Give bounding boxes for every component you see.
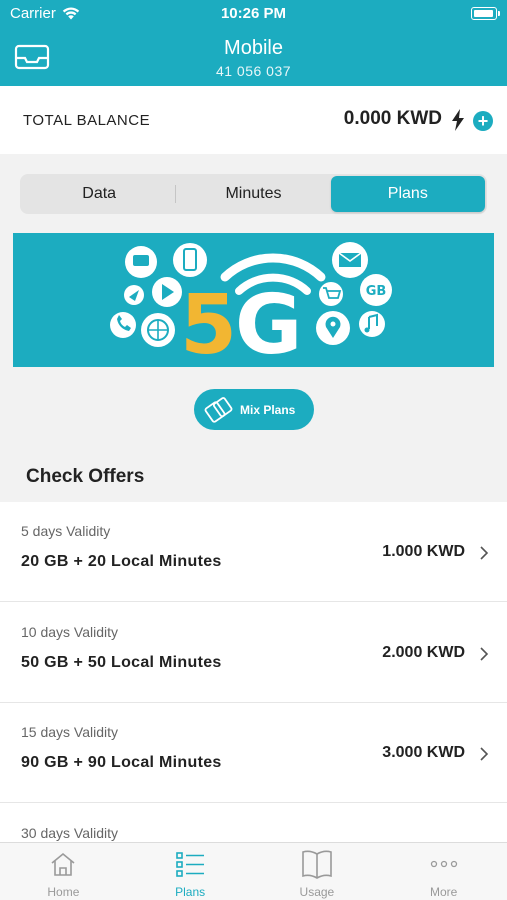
recharge-bolt-icon[interactable] (451, 109, 465, 131)
mix-plans-icon (204, 396, 233, 423)
5g-banner[interactable]: 5 G GB (13, 233, 494, 367)
send-icon (124, 285, 144, 305)
more-dots-icon (430, 860, 457, 868)
tab-plans[interactable]: Plans (330, 176, 485, 212)
tab-plans-label: Plans (175, 885, 206, 899)
status-time: 10:26 PM (220, 5, 287, 22)
offers-section-header: Check Offers (0, 450, 507, 502)
offer-validity: 5 days Validity (21, 523, 111, 539)
globe-icon (141, 313, 175, 347)
play-icon (152, 277, 182, 307)
gb-badge: GB (360, 274, 392, 306)
bottom-tab-bar: Home Plans Usage More (0, 842, 507, 900)
chat-icon (125, 246, 157, 278)
balance-label: TOTAL BALANCE (23, 112, 151, 129)
offer-row[interactable]: 10 days Validity 50 GB + 50 Local Minute… (0, 603, 507, 703)
add-balance-button[interactable]: + (473, 111, 493, 131)
banner-5-text: 5 (180, 278, 237, 367)
offer-row[interactable]: 30 days Validity (0, 804, 507, 842)
home-icon (51, 852, 75, 876)
tab-more-label: More (429, 885, 458, 899)
page-title: Mobile (224, 37, 283, 59)
phone-number: 41 056 037 (215, 63, 292, 79)
location-icon (316, 311, 350, 345)
tab-data[interactable]: Data (22, 176, 177, 212)
offers-title: Check Offers (26, 466, 145, 487)
phone-device-icon (173, 243, 207, 277)
tab-more[interactable]: More (380, 843, 507, 900)
banner-g-text: G (235, 278, 302, 367)
header-bar: Carrier 10:26 PM Mobile 41 056 037 (0, 0, 507, 86)
tab-plans-nav[interactable]: Plans (127, 843, 254, 900)
offers-list: 5 days Validity 20 GB + 20 Local Minutes… (0, 502, 507, 842)
chevron-right-icon (480, 647, 489, 661)
offer-price: 3.000 KWD (382, 744, 465, 761)
status-bar: Carrier 10:26 PM (0, 0, 507, 28)
svg-text:GB: GB (366, 284, 387, 299)
tab-usage[interactable]: Usage (254, 843, 381, 900)
battery-icon (471, 7, 500, 20)
offer-description: 20 GB + 20 Local Minutes (21, 553, 222, 570)
offer-price: 1.000 KWD (382, 543, 465, 560)
balance-amount: 0.000 KWD (343, 108, 442, 129)
tab-usage-label: Usage (299, 885, 335, 899)
chevron-right-icon (480, 747, 489, 761)
banner-artwork: 5 G GB (110, 242, 392, 367)
offer-validity: 30 days Validity (21, 825, 119, 841)
cart-icon (319, 282, 343, 306)
mix-plans-label: Mix Plans (240, 402, 296, 417)
offer-description: 50 GB + 50 Local Minutes (21, 654, 222, 671)
balance-row: TOTAL BALANCE 0.000 KWD + (0, 86, 507, 154)
offer-row[interactable]: 5 days Validity 20 GB + 20 Local Minutes… (0, 502, 507, 602)
offer-price: 2.000 KWD (382, 644, 465, 661)
list-icon (176, 852, 205, 877)
tab-minutes[interactable]: Minutes (176, 176, 330, 212)
mail-icon (332, 242, 368, 278)
offer-row[interactable]: 15 days Validity 90 GB + 90 Local Minute… (0, 703, 507, 803)
tab-home[interactable]: Home (0, 843, 127, 900)
offer-validity: 10 days Validity (21, 624, 119, 640)
book-icon (302, 850, 332, 879)
mix-plans-button[interactable]: Mix Plans (194, 389, 314, 430)
music-icon (359, 311, 385, 337)
call-icon (110, 312, 136, 338)
tab-home-label: Home (47, 885, 80, 899)
offer-description: 90 GB + 90 Local Minutes (21, 754, 222, 771)
chevron-right-icon (480, 546, 489, 560)
segment-control: Data Minutes Plans (20, 174, 487, 214)
offer-validity: 15 days Validity (21, 724, 119, 740)
app-screen: Carrier 10:26 PM Mobile 41 056 037 TOTAL… (0, 0, 507, 900)
